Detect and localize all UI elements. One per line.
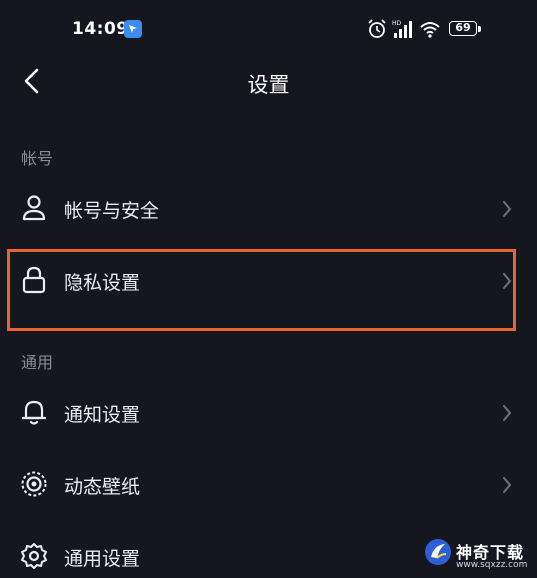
alarm-icon: [368, 19, 386, 38]
battery-level: 69: [449, 21, 477, 36]
settings-item-label: 通知设置: [64, 404, 141, 426]
user-icon: [22, 195, 46, 221]
settings-screen: 14:09 HD 69 设置 帐号 帐号与安全 隐私设置 通用 通知设置 动态壁…: [0, 0, 537, 578]
settings-item-label: 帐号与安全: [64, 200, 160, 222]
battery-icon: 69: [447, 18, 507, 40]
watermark: 神奇下载 www.sqxzz.com: [420, 530, 537, 578]
highlight-box: [7, 249, 516, 331]
bell-icon: [21, 400, 47, 425]
header: 设置: [0, 58, 537, 108]
app-notification-icon: [124, 20, 142, 38]
watermark-url: www.sqxzz.com: [456, 560, 528, 570]
section-label-general: 通用: [21, 353, 54, 372]
battery-tip: [478, 26, 481, 32]
target-icon: [21, 471, 47, 497]
signal-icon: HD: [392, 20, 412, 38]
watermark-logo-icon: [425, 539, 451, 565]
settings-item-label: 动态壁纸: [64, 476, 141, 498]
settings-item-notifications[interactable]: 通知设置: [0, 381, 537, 445]
page-title: 设置: [247, 73, 290, 97]
wifi-icon: [420, 22, 440, 38]
chevron-right-icon: [503, 201, 512, 217]
status-bar: 14:09 HD 69: [0, 0, 537, 58]
section-label-account: 帐号: [21, 149, 54, 168]
chevron-right-icon: [503, 477, 512, 493]
settings-item-account-security[interactable]: 帐号与安全: [0, 177, 537, 241]
status-time: 14:09: [72, 19, 129, 39]
chevron-right-icon: [503, 405, 512, 421]
gear-icon: [21, 543, 47, 569]
settings-item-label: 通用设置: [64, 548, 141, 570]
svg-text:HD: HD: [392, 20, 402, 27]
settings-item-live-wallpaper[interactable]: 动态壁纸: [0, 453, 537, 517]
